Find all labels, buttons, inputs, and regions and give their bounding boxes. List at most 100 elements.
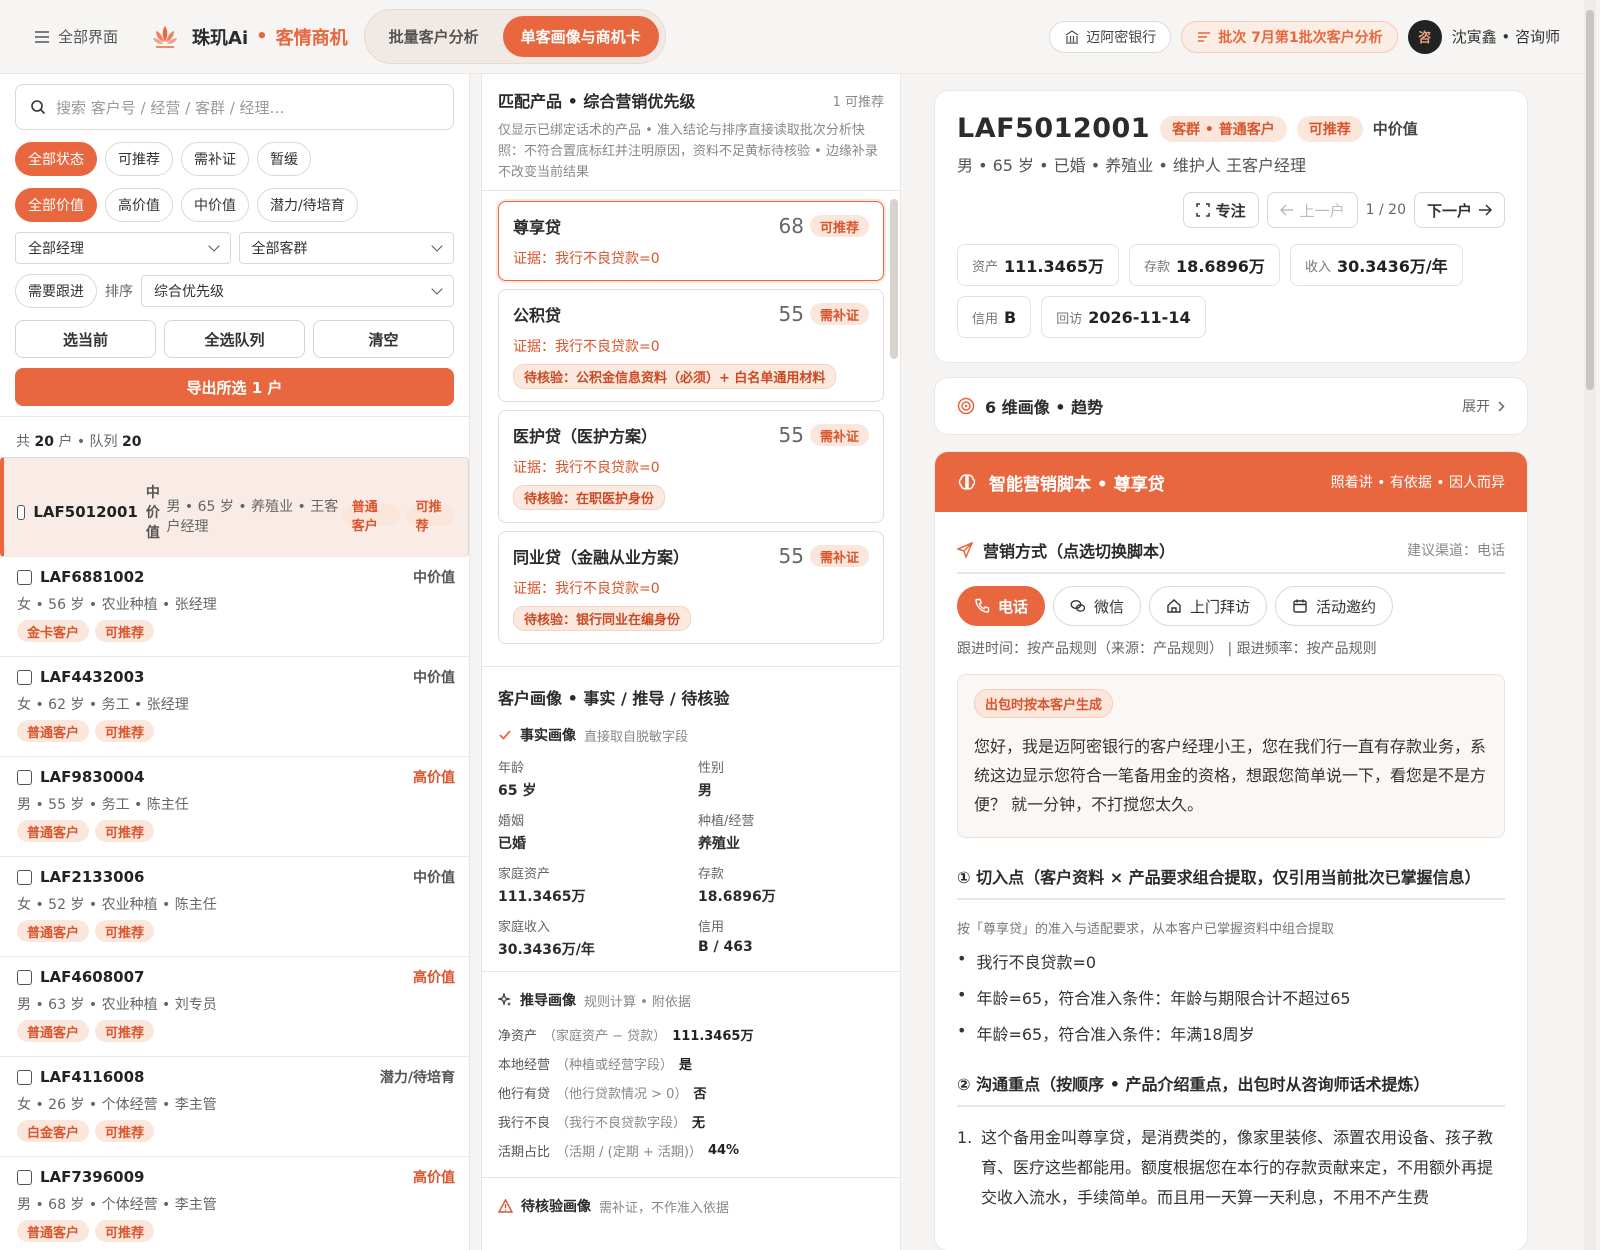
manager-select[interactable]: 全部经理: [15, 232, 231, 264]
chip-value-all[interactable]: 全部价值: [15, 188, 97, 222]
derived-value: 是: [679, 1058, 693, 1073]
customer-tag: 可推荐: [95, 1220, 155, 1242]
bank-pill[interactable]: 迈阿密银行: [1049, 20, 1172, 53]
chip-value-mid[interactable]: 中价值: [181, 188, 249, 222]
select-checkbox[interactable]: [17, 569, 32, 585]
select-checkbox[interactable]: [17, 969, 32, 985]
chevron-down-icon: [207, 240, 220, 252]
check-icon: [499, 730, 511, 740]
divider: [482, 1177, 900, 1178]
select-all-queue-button[interactable]: 全选队列: [164, 320, 305, 358]
channel-calendar[interactable]: 活动邀约: [1275, 586, 1394, 626]
manager-select-value: 全部经理: [28, 241, 84, 257]
stat-value: 18.6896万: [1176, 257, 1265, 276]
expand-button[interactable]: 展开: [1462, 396, 1505, 416]
focus-label: 专注: [1215, 201, 1246, 220]
fact-title: 事实画像: [520, 728, 576, 744]
fact-value: 养殖业: [698, 836, 740, 852]
sort-select-value: 综合优先级: [154, 284, 224, 300]
customer-id: LAF5012001: [957, 113, 1151, 144]
customer-meta: 女 • 62 岁 • 务工 • 张经理: [17, 697, 189, 713]
customer-list-item[interactable]: LAF2133006 中价值女 • 52 岁 • 农业种植 • 陈主任 普通客户 可推…: [0, 857, 469, 957]
clear-button[interactable]: 清空: [313, 320, 454, 358]
fact-label: 存款: [698, 867, 725, 882]
tab-batch-analysis[interactable]: 批量客户分析: [371, 16, 497, 57]
channel-label: 微信: [1094, 597, 1125, 616]
product-card[interactable]: 同业贷（金融从业方案） 55 需补证 证据：我行不良贷款=0 待核验：银行同业在编身份: [498, 531, 884, 644]
derived-row: 他行有贷 （他行贷款情况 > 0） 否: [498, 1078, 884, 1107]
tab-single-customer[interactable]: 单客画像与商机卡: [502, 16, 659, 57]
fact-grid: 年龄 65 岁性别男婚姻 已婚 种植/经营 养殖业 家庭资产 111.3465万 存款 18.6…: [498, 757, 884, 959]
customer-tag: 可推荐: [95, 1120, 155, 1142]
select-checkbox[interactable]: [17, 1069, 32, 1085]
entry-list: • 我行不良贷款=0 • 年龄=65，符合准入条件：年龄与期限合计不超过65 • 年龄=6…: [957, 949, 1505, 1045]
fact-label: 种植/经营: [698, 814, 755, 829]
channel-phone[interactable]: 电话: [957, 586, 1046, 626]
product-list-scrollbar[interactable]: [890, 199, 898, 359]
chip-status-need-evidence[interactable]: 需补证: [181, 142, 249, 176]
customer-list-item[interactable]: LAF9830004 高价值男 • 55 岁 • 务工 • 陈主任 普通客户 可推荐: [0, 757, 469, 857]
customer-list-item[interactable]: LAF4432003 中价值女 • 62 岁 • 务工 • 张经理普通客户 可推荐: [0, 657, 469, 757]
all-views-menu-button[interactable]: 全部界面: [34, 26, 118, 47]
prev-customer-button[interactable]: 上一户: [1266, 192, 1358, 228]
chip-value-high[interactable]: 高价值: [105, 188, 173, 222]
brand: 珠玑Ai • 客情商机: [150, 22, 348, 52]
avatar[interactable]: 咨: [1407, 19, 1442, 54]
chip-status-pause[interactable]: 暂缓: [257, 142, 311, 176]
chip-value-potential[interactable]: 潜力/待培育: [257, 188, 358, 222]
customer-list-item[interactable]: LAF6881002 中价值女 • 56 岁 • 农业种植 • 张经理 金卡客户 可推…: [0, 557, 469, 657]
sort-select[interactable]: 综合优先级: [141, 275, 454, 307]
customer-row-head: LAF4432003 中价值: [17, 667, 455, 687]
script-title: 智能营销脚本 • 尊享贷: [989, 474, 1165, 495]
derived-hint: （我行不良贷款字段）: [556, 1116, 687, 1131]
channel-wechat[interactable]: 微信: [1053, 586, 1142, 626]
sparkle-icon: [498, 993, 511, 1006]
page-scrollbar-thumb[interactable]: [1586, 10, 1594, 390]
stat-chip: 资产 111.3465万: [957, 244, 1120, 286]
select-checkbox[interactable]: [17, 769, 32, 785]
chevron-right-icon: [1498, 400, 1505, 412]
derived-label: 本地经营: [498, 1058, 551, 1073]
channel-home[interactable]: 上门拜访: [1149, 586, 1268, 626]
customer-id: LAF2133006: [40, 868, 145, 886]
hamburger-icon: [35, 30, 49, 43]
select-checkbox[interactable]: [17, 1169, 32, 1185]
select-current-button[interactable]: 选当前: [15, 320, 156, 358]
next-customer-button[interactable]: 下一户: [1413, 192, 1505, 228]
stat-label: 资产: [972, 259, 999, 275]
product-card[interactable]: 尊享贷 68 可推荐 证据：我行不良贷款=0: [498, 201, 884, 281]
product-status-badge: 可推荐: [809, 215, 869, 237]
customer-list-item[interactable]: LAF7396009 高价值男 • 68 岁 • 个体经营 • 李主管 普通客户 可推…: [0, 1157, 469, 1250]
customer-list-item[interactable]: LAF5012001 中价值男 • 65 岁 • 养殖业 • 王客户经理 普通客户可…: [0, 457, 469, 557]
select-checkbox[interactable]: [17, 869, 32, 885]
page-scrollbar[interactable]: [1584, 0, 1596, 1250]
product-list: 尊享贷 68 可推荐 证据：我行不良贷款=0 公积贷 55 需补证 证据：我行不良贷款=0 待核…: [482, 191, 900, 667]
group-select[interactable]: 全部客群: [238, 232, 454, 264]
select-checkbox[interactable]: [17, 669, 32, 685]
product-card[interactable]: 医护贷（医护方案） 55 需补证 证据：我行不良贷款=0 待核验：在职医护身份: [498, 410, 884, 523]
customer-tag: 普通客户: [17, 1220, 90, 1242]
customer-tags: 普通客户 可推荐: [17, 720, 455, 742]
customer-tag: 可推荐: [95, 820, 155, 842]
export-button[interactable]: 导出所选 1 户: [15, 368, 454, 406]
brand-separator: •: [256, 26, 268, 47]
select-checkbox[interactable]: [17, 504, 26, 520]
product-card[interactable]: 公积贷 55 需补证 证据：我行不良贷款=0 待核验：公积金信息资料（必须）+ 白名单通…: [498, 289, 884, 402]
product-status-badge: 需补证: [809, 303, 869, 325]
stat-chip: 回访 2026-11-14: [1041, 296, 1206, 338]
customer-row-head: LAF4608007 高价值: [17, 967, 455, 987]
chip-status-all[interactable]: 全部状态: [15, 142, 97, 176]
chip-need-follow[interactable]: 需要跟进: [15, 274, 97, 308]
batch-pill[interactable]: 批次 7月第1批次客户分析: [1181, 20, 1398, 53]
customer-list-item[interactable]: LAF4116008 潜力/待培育女 • 26 岁 • 个体经营 • 李主管 白金客…: [0, 1057, 469, 1157]
brain-icon: [958, 474, 976, 490]
customer-list-item[interactable]: LAF4608007 高价值男 • 63 岁 • 农业种植 • 刘专员 普通客户 可推…: [0, 957, 469, 1057]
customer-meta: 男 • 65 岁 • 养殖业 • 王客户经理: [166, 498, 339, 535]
focus-button[interactable]: 专注: [1182, 192, 1259, 228]
prev-label: 上一户: [1299, 201, 1345, 220]
customer-value: 高价值: [413, 770, 455, 786]
derived-row: 本地经营 （种植或经营字段） 是: [498, 1049, 884, 1078]
search-input[interactable]: 搜索 客户号 / 经营 / 客群 / 经理…: [15, 84, 454, 130]
chip-status-recommend[interactable]: 可推荐: [105, 142, 173, 176]
dimension-portrait-card[interactable]: 6 维画像 • 趋势 展开: [934, 377, 1528, 435]
